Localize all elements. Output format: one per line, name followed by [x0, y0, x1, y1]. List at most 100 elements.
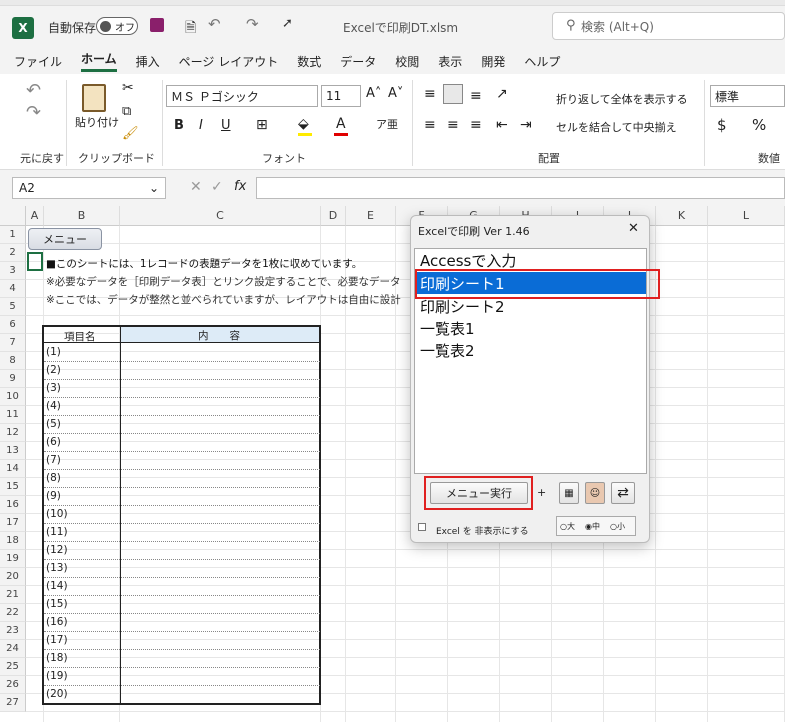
row-header[interactable]: 1 [0, 226, 26, 244]
column-header-e[interactable]: E [346, 206, 396, 226]
row-header[interactable]: 19 [0, 550, 26, 568]
tab-help[interactable]: ヘルプ [524, 53, 560, 70]
formula-input[interactable] [256, 177, 785, 199]
row-header[interactable]: 2 [0, 244, 26, 262]
increase-indent-icon[interactable]: ⇥ [520, 117, 532, 133]
wrap-text-button[interactable]: 折り返して全体を表示する [556, 91, 688, 107]
print-preview-icon[interactable]: 🗎 [185, 17, 196, 41]
row-header[interactable]: 4 [0, 280, 26, 298]
bold-button[interactable]: B [174, 118, 184, 133]
row-header[interactable]: 25 [0, 658, 26, 676]
row-header[interactable]: 16 [0, 496, 26, 514]
align-bottom-icon[interactable]: ≡ [470, 88, 482, 104]
row-header[interactable]: 14 [0, 460, 26, 478]
align-top-icon[interactable]: ≡ [424, 86, 436, 102]
borders-icon[interactable]: ⊞ [256, 117, 268, 133]
name-box[interactable]: A2 ⌄ [12, 177, 166, 199]
font-size-select[interactable]: 11 [321, 85, 361, 107]
row-header[interactable]: 13 [0, 442, 26, 460]
row-header[interactable]: 7 [0, 334, 26, 352]
align-center-icon[interactable]: ≡ [447, 117, 459, 133]
cancel-icon[interactable]: ✕ [190, 179, 202, 195]
insert-function-button[interactable]: fx [234, 179, 246, 194]
row-header[interactable]: 9 [0, 370, 26, 388]
row-header[interactable]: 15 [0, 478, 26, 496]
row-header[interactable]: 23 [0, 622, 26, 640]
pointer-icon[interactable]: ➚ [282, 16, 293, 31]
decrease-indent-icon[interactable]: ⇤ [496, 117, 508, 133]
copy-icon[interactable]: ⧉ [122, 104, 131, 119]
row-header[interactable]: 5 [0, 298, 26, 316]
row-header[interactable]: 3 [0, 262, 26, 280]
tab-insert[interactable]: 挿入 [136, 53, 160, 70]
calc-icon[interactable]: ▦ [559, 482, 579, 504]
column-header-b[interactable]: B [44, 206, 120, 226]
column-header-l[interactable]: L [708, 206, 785, 226]
row-header[interactable]: 27 [0, 694, 26, 712]
row-header[interactable]: 22 [0, 604, 26, 622]
tab-data[interactable]: データ [340, 53, 376, 70]
active-cell-A2[interactable] [27, 252, 43, 271]
row-header[interactable]: 10 [0, 388, 26, 406]
tab-page-layout[interactable]: ページ レイアウト [179, 53, 279, 70]
size-option-large[interactable]: ○大 [560, 521, 575, 532]
fill-color-icon[interactable]: ⬙ [298, 116, 309, 132]
tab-view[interactable]: 表示 [438, 53, 462, 70]
paste-button[interactable]: 貼り付け [75, 114, 119, 130]
align-middle-icon[interactable] [443, 84, 463, 104]
size-option-medium[interactable]: ◉中 [585, 521, 600, 532]
autosave-toggle[interactable]: オフ [96, 17, 138, 35]
row-header[interactable]: 11 [0, 406, 26, 424]
cut-icon[interactable]: ✂ [122, 80, 134, 96]
file-name[interactable]: Excelで印刷DT.xlsm [343, 19, 458, 36]
redo-icon[interactable]: ↷ [26, 102, 41, 123]
row-header[interactable]: 21 [0, 586, 26, 604]
tab-review[interactable]: 校閲 [395, 53, 419, 70]
align-right-icon[interactable]: ≡ [470, 117, 482, 133]
number-format-select[interactable]: 標準 [710, 85, 785, 107]
redo-quick-icon[interactable]: ↷ [246, 15, 259, 33]
align-left-icon[interactable]: ≡ [424, 117, 436, 133]
person-icon[interactable]: ☺ [585, 482, 605, 504]
hide-excel-checkbox[interactable] [418, 523, 426, 531]
list-item[interactable]: Accessで入力 [420, 250, 516, 271]
column-header-c[interactable]: C [120, 206, 321, 226]
row-header[interactable]: 24 [0, 640, 26, 658]
swap-icon[interactable]: ⇄ [611, 482, 635, 504]
row-header[interactable]: 18 [0, 532, 26, 550]
currency-button[interactable]: $ [717, 116, 727, 134]
row-header[interactable]: 17 [0, 514, 26, 532]
size-option-small[interactable]: ○小 [610, 521, 625, 532]
row-header[interactable]: 6 [0, 316, 26, 334]
column-header-k[interactable]: K [656, 206, 708, 226]
decrease-font-icon[interactable]: A˅ [388, 86, 403, 101]
italic-button[interactable]: I [199, 118, 203, 133]
row-header[interactable]: 8 [0, 352, 26, 370]
select-all-corner[interactable] [0, 206, 26, 226]
save-icon[interactable] [150, 18, 164, 32]
font-name-select[interactable]: ＭＳ Ｐゴシック [166, 85, 318, 107]
tab-home[interactable]: ホーム [81, 50, 117, 72]
search-input[interactable]: 検索 (Alt+Q) [552, 12, 785, 40]
sheet-menu-button[interactable]: メニュー [28, 228, 102, 250]
enter-icon[interactable]: ✓ [211, 179, 223, 195]
tab-file[interactable]: ファイル [14, 53, 62, 70]
increase-font-icon[interactable]: A˄ [366, 86, 381, 101]
tab-formulas[interactable]: 数式 [297, 53, 321, 70]
undo-icon[interactable]: ↶ [26, 80, 41, 101]
merge-center-button[interactable]: セルを結合して中央揃え [556, 119, 677, 135]
row-header[interactable]: 12 [0, 424, 26, 442]
phonetic-icon[interactable]: ア亜 [376, 116, 398, 132]
list-item[interactable]: 一覧表2 [420, 340, 475, 361]
list-item[interactable]: 印刷シート2 [420, 296, 505, 317]
percent-button[interactable]: % [752, 116, 766, 134]
row-header[interactable]: 26 [0, 676, 26, 694]
format-painter-icon[interactable]: 🖌 [122, 126, 139, 141]
paste-icon[interactable] [82, 84, 106, 112]
tab-developer[interactable]: 開発 [481, 53, 505, 70]
dialog-close-button[interactable]: ✕ [628, 221, 639, 236]
column-header-a[interactable]: A [26, 206, 44, 226]
list-item[interactable]: 一覧表1 [420, 318, 475, 339]
underline-button[interactable]: U [221, 118, 231, 133]
font-color-icon[interactable]: A [336, 116, 346, 132]
